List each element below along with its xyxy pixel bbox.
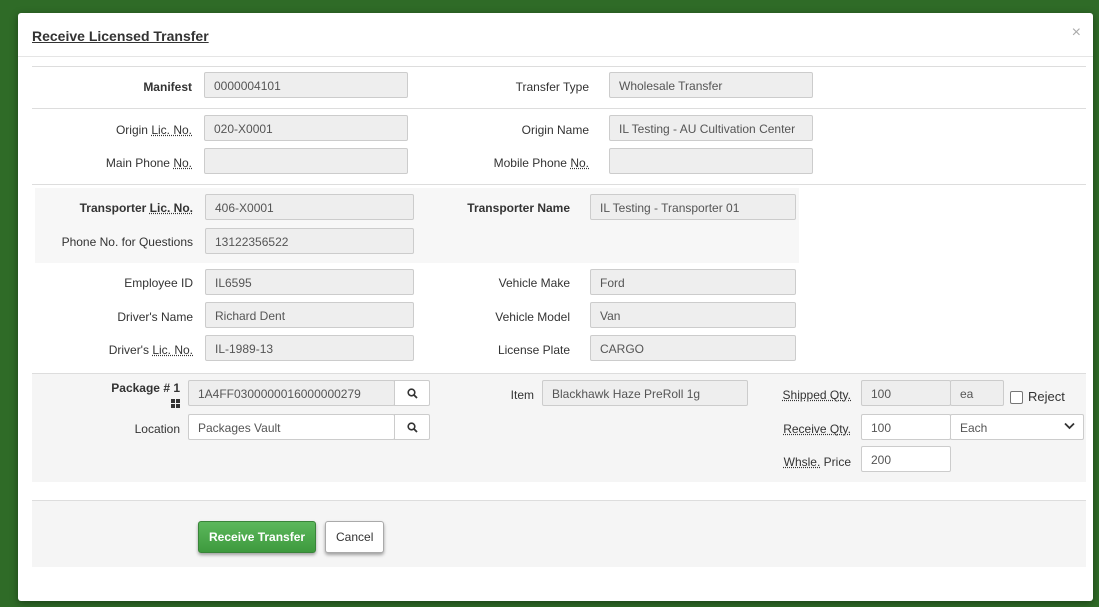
vehicle-model-field[interactable]: Van (590, 302, 796, 328)
reject-checkbox[interactable] (1010, 391, 1023, 404)
divider (32, 184, 1086, 185)
origin-name-label: Origin Name (521, 123, 589, 137)
package-field[interactable]: 1A4FF0300000016000000279 (188, 380, 395, 406)
wholesale-price-field[interactable]: 200 (861, 446, 951, 472)
driver-name-field[interactable]: Richard Dent (205, 302, 414, 328)
vehicle-make-field[interactable]: Ford (590, 269, 796, 295)
origin-lic-label: Origin Lic. No. (115, 123, 192, 137)
main-phone-label: Main Phone No. (105, 156, 192, 170)
location-label: Location (134, 422, 180, 436)
license-plate-field[interactable]: CARGO (590, 335, 796, 361)
search-icon (406, 387, 418, 399)
receive-unit-select[interactable]: Each (950, 414, 1084, 440)
transfer-type-field[interactable]: Wholesale Transfer (609, 72, 813, 98)
employee-id-field[interactable]: IL6595 (205, 269, 414, 295)
shipped-qty-field[interactable]: 100 (861, 380, 951, 406)
reject-label: Reject (1028, 389, 1065, 404)
divider (32, 108, 1086, 109)
manifest-field[interactable]: 0000004101 (204, 72, 408, 98)
package-search-button[interactable] (394, 380, 430, 406)
package-label: Package # 1 (78, 381, 180, 411)
item-label: Item (510, 388, 534, 402)
wholesale-price-label: Whsle. Price (783, 455, 851, 469)
divider (32, 66, 1086, 67)
manifest-label: Manifest (143, 80, 192, 94)
main-phone-field[interactable] (204, 148, 408, 174)
transporter-name-field[interactable]: IL Testing - Transporter 01 (590, 194, 796, 220)
footer-panel (32, 501, 1086, 567)
vehicle-model-label: Vehicle Model (495, 310, 570, 324)
shipped-unit-field: ea (950, 380, 1004, 406)
search-icon (406, 421, 418, 433)
driver-lic-field[interactable]: IL-1989-13 (205, 335, 414, 361)
receive-transfer-modal: Receive Licensed Transfer × Manifest 000… (18, 13, 1093, 601)
origin-name-field[interactable]: IL Testing - AU Cultivation Center (609, 115, 813, 141)
origin-lic-field[interactable]: 020-X0001 (204, 115, 408, 141)
transfer-type-label: Transfer Type (515, 80, 589, 94)
receive-unit-value: Each (960, 421, 988, 435)
modal-title: Receive Licensed Transfer (32, 28, 209, 44)
location-search-button[interactable] (394, 414, 430, 440)
transporter-phone-label: Phone No. for Questions (61, 235, 193, 249)
transporter-name-label: Transporter Name (467, 201, 570, 215)
transporter-lic-label: Transporter Lic. No. (79, 201, 193, 215)
mobile-phone-field[interactable] (609, 148, 813, 174)
modal-header: Receive Licensed Transfer × (18, 13, 1093, 57)
location-field[interactable]: Packages Vault (188, 414, 395, 440)
employee-id-label: Employee ID (124, 276, 193, 290)
cancel-button[interactable]: Cancel (325, 521, 385, 553)
receive-qty-label: Receive Qty. (783, 422, 851, 436)
transporter-phone-field[interactable]: 13122356522 (205, 228, 414, 254)
receive-qty-field[interactable]: 100 (861, 414, 951, 440)
license-plate-label: License Plate (497, 343, 570, 357)
mobile-phone-label: Mobile Phone No. (493, 156, 589, 170)
item-field[interactable]: Blackhawk Haze PreRoll 1g (542, 380, 748, 406)
barcode-grid-icon (171, 397, 180, 408)
receive-transfer-button[interactable]: Receive Transfer (198, 521, 317, 553)
close-icon[interactable]: × (1072, 24, 1081, 42)
transporter-lic-field[interactable]: 406-X0001 (205, 194, 414, 220)
driver-lic-label: Driver's Lic. No. (108, 343, 193, 357)
driver-name-label: Driver's Name (117, 310, 193, 324)
shipped-qty-label: Shipped Qty. (782, 388, 851, 402)
vehicle-make-label: Vehicle Make (498, 276, 570, 290)
chevron-down-icon (1064, 421, 1075, 433)
